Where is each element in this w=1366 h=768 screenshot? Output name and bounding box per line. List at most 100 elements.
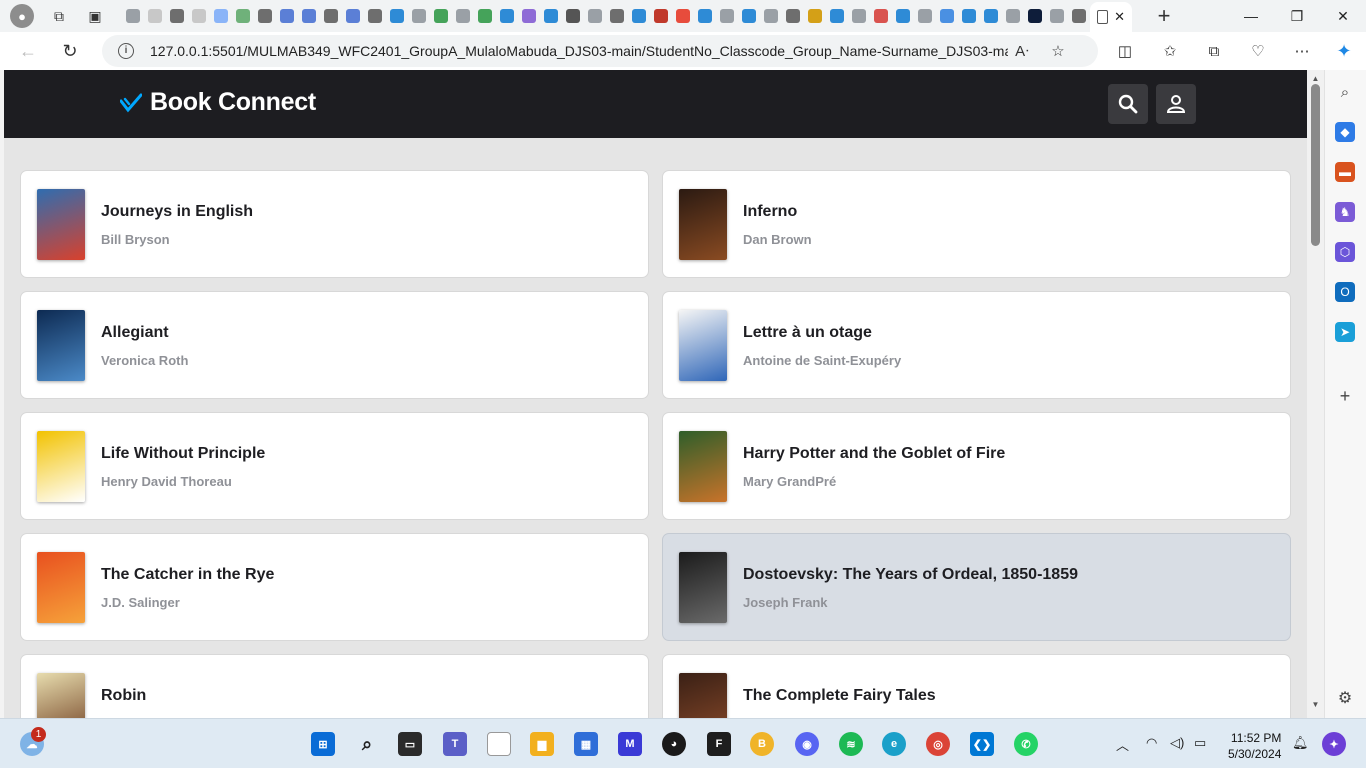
- tab-favicon[interactable]: [452, 5, 474, 27]
- bitcoin-wallet-icon[interactable]: B: [750, 732, 774, 756]
- tab-favicon[interactable]: [166, 5, 188, 27]
- tab-favicon[interactable]: [298, 5, 320, 27]
- battery-icon[interactable]: ▭: [1194, 735, 1206, 751]
- tab-favicon[interactable]: [364, 5, 386, 27]
- tab-favicon[interactable]: [628, 5, 650, 27]
- address-bar[interactable]: i 127.0.0.1:5501/MULMAB349_WFC2401_Group…: [102, 35, 1098, 67]
- store-icon[interactable]: ▦: [574, 732, 598, 756]
- tab-favicon[interactable]: [518, 5, 540, 27]
- tab-favicon[interactable]: [1046, 5, 1068, 27]
- tab-favicon[interactable]: [210, 5, 232, 27]
- book-card[interactable]: The Complete Fairy Tales: [662, 654, 1291, 718]
- tab-favicon[interactable]: [232, 5, 254, 27]
- sidebar-search-icon[interactable]: ⌕: [1335, 82, 1355, 102]
- tab-favicon[interactable]: [980, 5, 1002, 27]
- scrollbar-thumb[interactable]: [1311, 84, 1320, 246]
- tab-favicon[interactable]: [1002, 5, 1024, 27]
- url-text[interactable]: 127.0.0.1:5501/MULMAB349_WFC2401_GroupA_…: [150, 43, 1008, 59]
- tab-favicon[interactable]: [782, 5, 804, 27]
- browser-essentials-icon[interactable]: ♡: [1244, 37, 1272, 65]
- book-card[interactable]: Inferno Dan Brown: [662, 170, 1291, 278]
- tab-favicon[interactable]: [122, 5, 144, 27]
- favorites-icon[interactable]: ✩: [1156, 37, 1184, 65]
- tab-favicon[interactable]: [188, 5, 210, 27]
- tab-favicon[interactable]: [804, 5, 826, 27]
- tab-favicon[interactable]: [892, 5, 914, 27]
- book-card[interactable]: The Catcher in the Rye J.D. Salinger: [20, 533, 649, 641]
- copilot-icon[interactable]: ✦: [1330, 37, 1358, 65]
- collections-icon[interactable]: ⧉: [1200, 37, 1228, 65]
- scroll-up-icon[interactable]: ▲: [1310, 74, 1321, 83]
- whatsapp-icon[interactable]: ✆: [1014, 732, 1038, 756]
- book-card[interactable]: Lettre à un otage Antoine de Saint-Exupér…: [662, 291, 1291, 399]
- search-button[interactable]: [1108, 84, 1148, 124]
- tab-favicon[interactable]: [606, 5, 628, 27]
- book-card[interactable]: Allegiant Veronica Roth: [20, 291, 649, 399]
- tab-favicon[interactable]: [584, 5, 606, 27]
- close-window-button[interactable]: ✕: [1320, 0, 1366, 32]
- profile-icon[interactable]: ●: [10, 4, 34, 28]
- figma-icon[interactable]: F: [707, 732, 731, 756]
- book-card[interactable]: Dostoevsky: The Years of Ordeal, 1850-18…: [662, 533, 1291, 641]
- tab-favicon[interactable]: [650, 5, 672, 27]
- tab-favicon[interactable]: [1024, 5, 1046, 27]
- tab-favicon[interactable]: [276, 5, 298, 27]
- tab-actions-icon[interactable]: ▣: [84, 5, 106, 27]
- book-card[interactable]: Harry Potter and the Goblet of Fire Mary …: [662, 412, 1291, 520]
- copilot-taskbar-icon[interactable]: ✦: [1322, 732, 1346, 756]
- book-card[interactable]: Journeys in English Bill Bryson: [20, 170, 649, 278]
- discord-icon[interactable]: ◉: [795, 732, 819, 756]
- workspaces-icon[interactable]: ⧉: [48, 5, 70, 27]
- tab-favicon[interactable]: [474, 5, 496, 27]
- sidebar-settings-icon[interactable]: ⚙: [1335, 688, 1355, 708]
- tab-favicon[interactable]: [716, 5, 738, 27]
- vscode-icon[interactable]: ❮❯: [970, 732, 994, 756]
- new-tab-button[interactable]: +: [1152, 3, 1176, 29]
- tab-favicon[interactable]: [848, 5, 870, 27]
- microsoft-365-icon[interactable]: ⬡: [1335, 242, 1355, 262]
- tab-favicon[interactable]: [408, 5, 430, 27]
- settings-button[interactable]: [1156, 84, 1196, 124]
- page-scrollbar[interactable]: ▲ ▼: [1307, 70, 1324, 718]
- tab-favicon[interactable]: [254, 5, 276, 27]
- favorite-star-icon[interactable]: ☆: [1044, 37, 1072, 65]
- tab-favicon[interactable]: [342, 5, 364, 27]
- book-card[interactable]: Robin: [20, 654, 649, 718]
- tab-favicon[interactable]: [870, 5, 892, 27]
- site-info-icon[interactable]: i: [118, 43, 134, 59]
- github-icon[interactable]: ◕: [662, 732, 686, 756]
- tab-favicon[interactable]: [826, 5, 848, 27]
- back-button[interactable]: ←: [12, 35, 44, 67]
- book-card[interactable]: Life Without Principle Henry David Thorea…: [20, 412, 649, 520]
- tab-favicon[interactable]: [914, 5, 936, 27]
- tab-favicon[interactable]: [672, 5, 694, 27]
- tab-favicon[interactable]: [386, 5, 408, 27]
- task-view-icon[interactable]: ▭: [398, 732, 422, 756]
- mockplus-icon[interactable]: M: [618, 732, 642, 756]
- tab-favicon[interactable]: [540, 5, 562, 27]
- tab-favicon[interactable]: [144, 5, 166, 27]
- chrome-icon[interactable]: ◎: [926, 732, 950, 756]
- more-menu-icon[interactable]: ⋯: [1288, 37, 1316, 65]
- start-icon[interactable]: ⊞: [311, 732, 335, 756]
- tab-favicon[interactable]: [496, 5, 518, 27]
- refresh-button[interactable]: ↻: [54, 35, 86, 67]
- tab-favicon[interactable]: [562, 5, 584, 27]
- search-taskbar-icon[interactable]: ⌕: [355, 732, 379, 756]
- notepad-icon[interactable]: [487, 732, 511, 756]
- add-sidebar-app-icon[interactable]: +: [1335, 386, 1355, 406]
- games-icon[interactable]: ♞: [1335, 202, 1355, 222]
- restore-button[interactable]: ❐: [1274, 0, 1320, 32]
- edge-icon[interactable]: e: [882, 732, 906, 756]
- tab-favicon[interactable]: [958, 5, 980, 27]
- tab-favicon[interactable]: [694, 5, 716, 27]
- wifi-icon[interactable]: ◠: [1146, 735, 1157, 751]
- tab-favicon[interactable]: [1068, 5, 1090, 27]
- app-logo[interactable]: Book Connect: [120, 88, 316, 117]
- notifications-icon[interactable]: 🔔︎: [1292, 735, 1309, 751]
- taskbar-clock[interactable]: 11:52 PM 5/30/2024: [1228, 730, 1281, 762]
- tab-favicon[interactable]: [936, 5, 958, 27]
- tab-favicon[interactable]: [430, 5, 452, 27]
- read-aloud-icon[interactable]: Aᐧ: [1008, 37, 1036, 65]
- volume-icon[interactable]: ◁): [1170, 735, 1184, 751]
